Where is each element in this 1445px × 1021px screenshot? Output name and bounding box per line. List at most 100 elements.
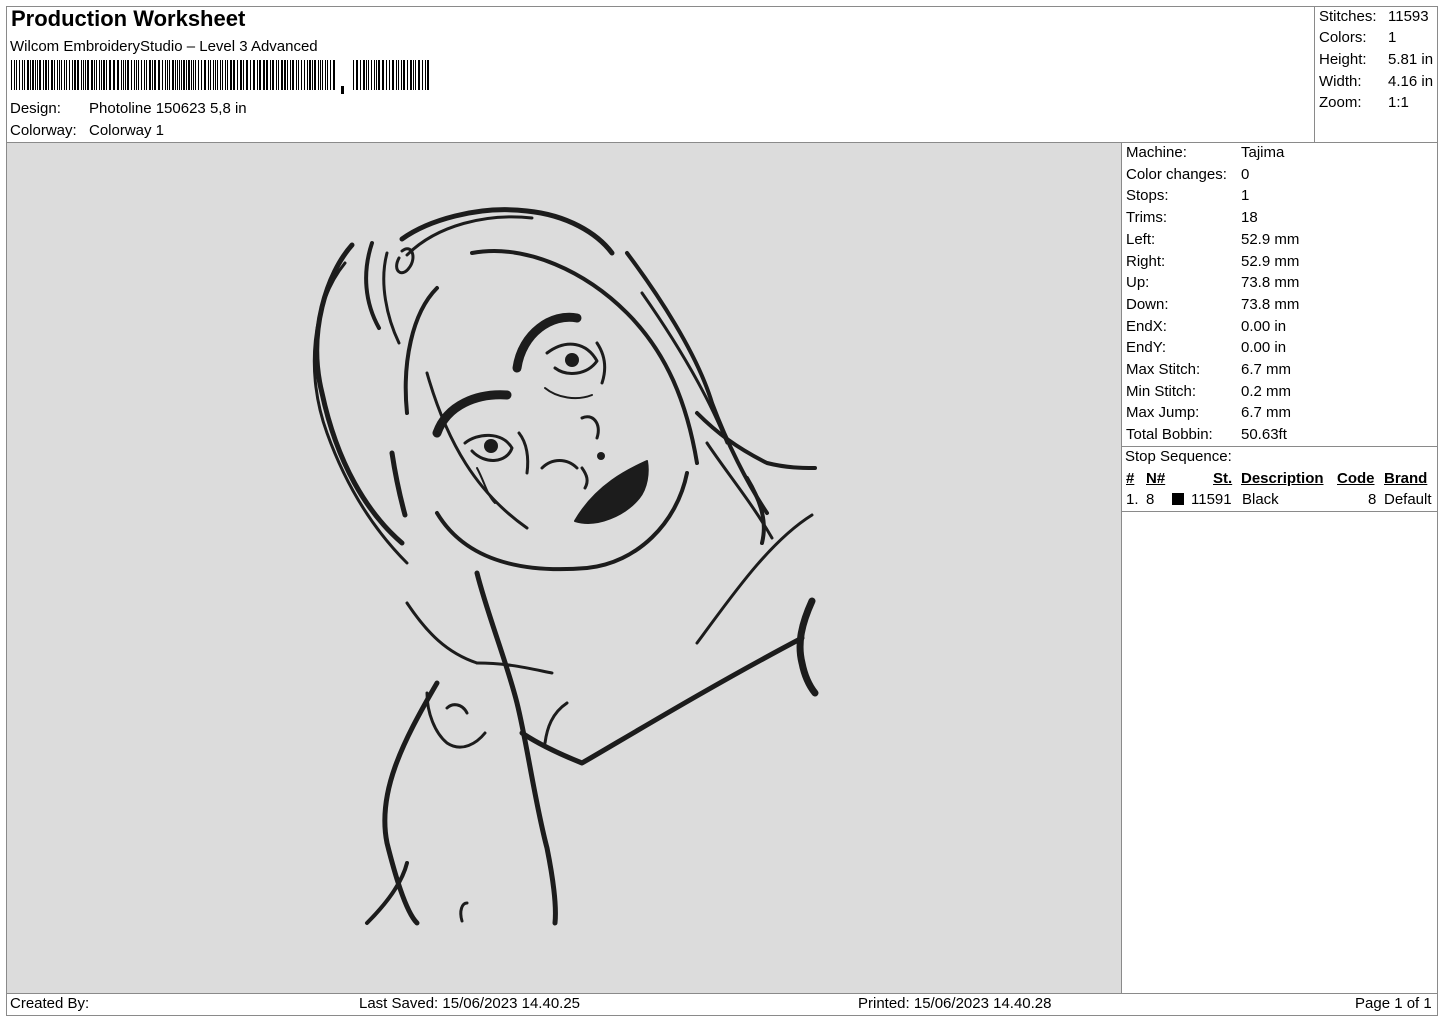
barcode-bar — [284, 60, 286, 90]
barcode — [11, 60, 429, 94]
row-brand: Default — [1384, 491, 1432, 508]
barcode-bar — [418, 60, 420, 90]
barcode-bar — [39, 60, 41, 90]
barcode-bar — [290, 60, 291, 90]
colorway-row: Colorway: Colorway 1 — [10, 122, 164, 139]
barcode-bar — [272, 60, 274, 90]
barcode-bar — [141, 60, 142, 90]
barcode-bar — [22, 60, 23, 90]
barcode-bar — [99, 60, 100, 90]
detail-label: Max Jump: — [1126, 404, 1200, 422]
barcode-bar — [204, 60, 206, 90]
right-panel-divider — [1121, 143, 1122, 993]
barcode-bar — [87, 60, 89, 90]
barcode-bar — [356, 60, 358, 90]
barcode-bar — [149, 60, 151, 90]
detail-value: 0.2 mm — [1241, 382, 1292, 400]
row-code: 8 — [1368, 491, 1377, 508]
detail-label: Trims: — [1126, 209, 1168, 227]
barcode-bar — [396, 60, 397, 90]
barcode-bar — [266, 60, 268, 90]
printed-date: Printed: 15/06/2023 14.40.28 — [858, 995, 1052, 1012]
barcode-bar — [374, 60, 375, 90]
barcode-bar — [179, 60, 180, 90]
barcode-bar — [422, 60, 423, 90]
barcode-bar — [125, 60, 126, 90]
barcode-bar — [309, 60, 311, 90]
detail-value: 52.9 mm — [1241, 230, 1300, 248]
col-brand: Brand — [1384, 470, 1428, 487]
barcode-bar — [51, 60, 53, 90]
barcode-bar — [121, 60, 122, 90]
barcode-bar — [312, 60, 313, 90]
detail-label: Up: — [1126, 274, 1150, 292]
col-needle: N# — [1146, 470, 1166, 487]
detail-label: EndX: — [1126, 317, 1167, 335]
page-title: Production Worksheet — [11, 6, 246, 31]
col-stitches: St. — [1213, 470, 1233, 487]
zoom-label: Zoom: — [1319, 94, 1362, 111]
barcode-bar — [257, 60, 258, 90]
barcode-bar — [240, 60, 242, 90]
barcode-bar — [386, 60, 387, 90]
barcode-bar — [250, 60, 251, 90]
barcode-bar — [401, 60, 402, 90]
barcode-bar — [427, 60, 429, 90]
barcode-bar — [193, 60, 194, 90]
barcode-bar — [296, 60, 297, 90]
stitches-label: Stitches: — [1319, 8, 1377, 25]
barcode-bar — [188, 60, 190, 90]
barcode-bar — [167, 60, 168, 90]
barcode-bar — [392, 60, 394, 90]
barcode-bar — [30, 60, 31, 90]
barcode-bar — [27, 60, 29, 90]
barcode-bar — [138, 60, 139, 90]
created-by: Created By: — [10, 995, 90, 1012]
barcode-bar — [403, 60, 405, 90]
barcode-bar — [11, 60, 12, 90]
barcode-bar — [415, 60, 416, 90]
col-code: Code — [1337, 470, 1375, 487]
barcode-bar — [301, 60, 302, 90]
barcode-bar — [233, 60, 235, 90]
colorway-label: Colorway: — [10, 122, 77, 139]
barcode-bar — [333, 60, 335, 90]
barcode-bar — [24, 60, 25, 90]
detail-label: Total Bobbin: — [1126, 426, 1213, 444]
barcode-bar — [14, 60, 15, 90]
col-index: # — [1126, 470, 1135, 487]
design-row: Design: Photoline 150623 5,8 in — [10, 100, 247, 117]
barcode-bar — [413, 60, 414, 90]
barcode-bar — [281, 60, 283, 90]
barcode-bar — [227, 60, 228, 90]
barcode-bar — [131, 60, 132, 90]
barcode-bar — [298, 60, 299, 90]
footer-divider — [7, 993, 1438, 994]
barcode-bar — [237, 60, 238, 90]
width-value: 4.16 in — [1388, 73, 1434, 90]
barcode-bar — [259, 60, 261, 90]
row-index: 1. — [1126, 491, 1139, 508]
barcode-bar — [162, 60, 163, 90]
details-divider — [1122, 446, 1438, 447]
row-stitches: 11591 — [1191, 491, 1232, 508]
barcode-bar — [382, 60, 384, 90]
detail-value: 6.7 mm — [1241, 404, 1292, 422]
barcode-bar — [109, 60, 111, 90]
barcode-bar — [398, 60, 399, 90]
software-name: Wilcom EmbroideryStudio – Level 3 Advanc… — [10, 38, 318, 55]
barcode-bar — [81, 60, 82, 90]
barcode-bar — [360, 60, 361, 90]
zoom-value: 1:1 — [1388, 94, 1409, 111]
barcode-bar — [210, 60, 211, 90]
stop-sequence-title: Stop Sequence: — [1125, 448, 1232, 465]
design-preview — [7, 143, 1121, 993]
barcode-bar — [407, 60, 408, 90]
barcode-bar — [287, 60, 288, 90]
barcode-bar — [106, 60, 107, 90]
detail-label: Right: — [1126, 252, 1166, 270]
height-label: Height: — [1319, 51, 1367, 68]
barcode-bar — [103, 60, 105, 90]
barcode-bar — [341, 86, 344, 94]
barcode-bar — [59, 60, 60, 90]
